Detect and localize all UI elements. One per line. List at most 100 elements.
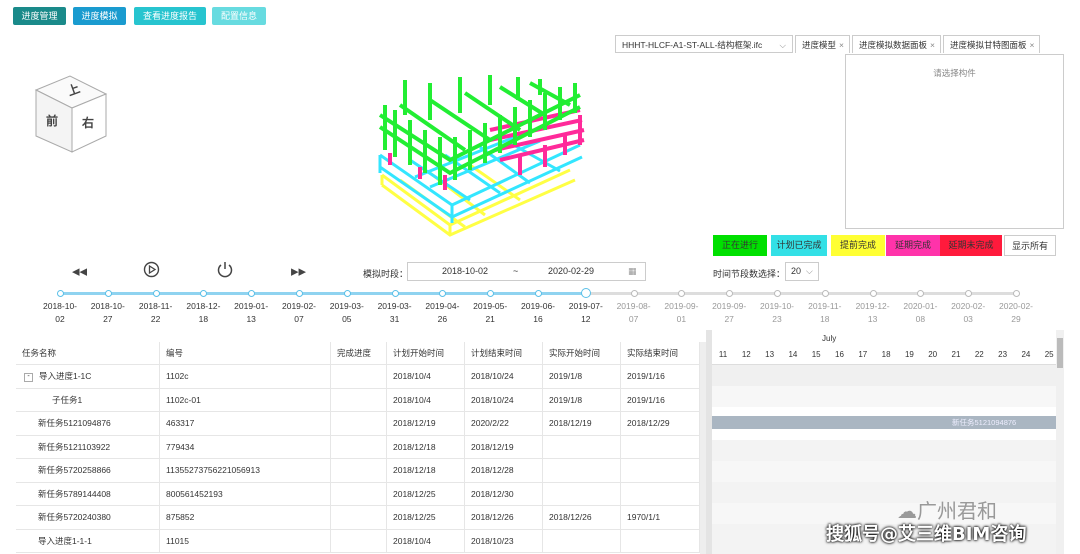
timeline-node[interactable] — [678, 290, 686, 297]
timeline-tick-label[interactable]: 2020-02- 29 — [996, 300, 1036, 326]
timeline-tick-label[interactable]: 2019-07- 12 — [566, 300, 606, 326]
table-cell — [620, 482, 700, 506]
view-cube[interactable]: 上 前 右 — [30, 72, 115, 157]
timeline-node[interactable] — [869, 290, 877, 297]
timeline-tick-label[interactable]: 2018-11- 22 — [136, 300, 176, 326]
table-row[interactable]: 新任务5720240380 875852 2018/12/25 2018/12/26 2… — [16, 505, 700, 530]
gantt-bar[interactable]: 新任务5121094876 — [712, 416, 1056, 429]
table-row[interactable]: 新任务5121103922 779434 2018/12/18 2018/12/19 — [16, 435, 700, 459]
timeline-node[interactable] — [726, 290, 734, 297]
legend-early-completed[interactable]: 提前完成 — [831, 235, 885, 256]
legend-show-all[interactable]: 显示所有 — [1004, 235, 1056, 256]
timeline-tick-label[interactable]: 2019-12- 13 — [853, 300, 893, 326]
close-icon[interactable]: × — [839, 40, 844, 50]
timeline-tick-label[interactable]: 2019-10- 23 — [757, 300, 797, 326]
config-info-button[interactable]: 配置信息 — [212, 7, 266, 25]
column-header[interactable]: 实际开始时间 — [542, 342, 621, 365]
sim-start-date[interactable]: 2018-10-02 — [442, 263, 488, 280]
table-cell: 2018/10/4 — [386, 388, 465, 412]
timeline-handle[interactable] — [580, 288, 591, 298]
timeline-tick-label[interactable]: 2019-01- 13 — [231, 300, 271, 326]
collapse-icon[interactable]: - — [24, 372, 33, 382]
table-row[interactable]: 新任务5121094876 463317 2018/12/19 2020/2/22 20… — [16, 411, 700, 436]
table-row[interactable]: 导入进度1-1-1 11015 2018/10/4 2018/10/23 — [16, 529, 700, 553]
timeline-node[interactable] — [630, 290, 638, 297]
timeline-tick-label[interactable]: 2019-09- 01 — [661, 300, 701, 326]
column-header[interactable]: 完成进度 — [330, 342, 387, 365]
timeline-tick-label[interactable]: 2018-10- 02 — [40, 300, 80, 326]
timeline-node[interactable] — [248, 290, 256, 297]
progress-simulation-button[interactable]: 进度模拟 — [73, 7, 126, 25]
power-icon[interactable] — [216, 260, 234, 278]
table-cell: 2018/12/18 — [386, 435, 465, 459]
timeline-node[interactable] — [391, 290, 399, 297]
sim-end-date[interactable]: 2020-02-29 — [548, 263, 594, 280]
timeline-tick-label[interactable]: 2018-12- 18 — [183, 300, 223, 326]
bim-3d-model-viewport[interactable] — [370, 75, 610, 240]
timeline-node[interactable] — [200, 290, 208, 297]
column-header[interactable]: 编号 — [159, 342, 331, 365]
timeline-node[interactable] — [917, 290, 925, 297]
timeline-tick-label[interactable]: 2020-01- 08 — [900, 300, 940, 326]
timeline-tick-label[interactable]: 2019-08- 07 — [614, 300, 654, 326]
timeline-node[interactable] — [296, 290, 303, 297]
tab-label: 进度模拟数据面板 — [859, 40, 928, 50]
legend-in-progress[interactable]: 正在进行 — [713, 235, 767, 256]
timeline-tick-label[interactable]: 2018-10- 27 — [88, 300, 128, 326]
model-file-select[interactable]: HHHT-HLCF-A1-ST-ALL-结构框架.ifc ⌵ — [615, 35, 793, 53]
table-cell: 2018/12/26 — [542, 505, 621, 530]
timeline-tick-label[interactable]: 2019-05- 21 — [470, 300, 510, 326]
timeline-tick-label[interactable]: 2020-02- 03 — [948, 300, 988, 326]
timeline-tick-label[interactable]: 2019-06- 16 — [518, 300, 558, 326]
table-row[interactable]: 子任务1 1102c-01 2018/10/4 2018/10/24 2019/1/8 2… — [16, 388, 700, 412]
sim-date-range[interactable]: 2018-10-02 ~ 2020-02-29 ▦ — [407, 262, 646, 281]
timeline-node[interactable] — [104, 290, 112, 297]
progress-management-button[interactable]: 进度管理 — [13, 7, 66, 25]
legend-delayed-completed[interactable]: 延期完成 — [886, 235, 940, 256]
calendar-icon[interactable]: ▦ — [628, 263, 637, 280]
table-row[interactable]: - 导入进度1-1C 1102c 2018/10/4 2018/10/24 2019/1/… — [16, 364, 700, 389]
legend-delayed-uncompleted[interactable]: 延期未完成 — [940, 235, 1002, 256]
timeline-tick-label[interactable]: 2019-03- 05 — [327, 300, 367, 326]
timeline-node[interactable] — [821, 290, 829, 297]
table-cell — [330, 505, 387, 530]
timeline-node[interactable] — [1013, 290, 1020, 297]
timeline-node[interactable] — [965, 290, 973, 297]
timeline-tick-label[interactable]: 2019-02- 07 — [279, 300, 319, 326]
timeline-tick-label[interactable]: 2019-04- 26 — [422, 300, 462, 326]
table-cell: 800561452193 — [159, 482, 331, 506]
table-cell: 11355273756221056913 — [159, 458, 331, 483]
timeline-node[interactable] — [152, 290, 160, 297]
timeline-tick-label[interactable]: 2019-03- 31 — [375, 300, 415, 326]
gantt-scrollbar[interactable] — [1056, 330, 1064, 554]
rewind-icon[interactable]: ◂◂ — [72, 262, 87, 280]
fast-forward-icon[interactable]: ▸▸ — [291, 262, 306, 280]
close-icon[interactable]: × — [930, 40, 935, 50]
legend-plan-completed[interactable]: 计划已完成 — [771, 235, 827, 256]
tab-data-panel[interactable]: 进度模拟数据面板 × — [852, 35, 941, 53]
column-header[interactable]: 计划结束时间 — [464, 342, 543, 365]
tab-gantt-panel[interactable]: 进度模拟甘特图面板 × — [943, 35, 1040, 53]
column-header[interactable]: 计划开始时间 — [386, 342, 465, 365]
column-header[interactable]: 任务名称 — [16, 342, 160, 365]
table-row[interactable]: 新任务5720258866 11355273756221056913 2018/12… — [16, 458, 700, 483]
watermark-line2: 搜狐号@艾三维BIM咨询 — [826, 524, 1027, 545]
table-cell — [330, 458, 387, 483]
close-icon[interactable]: × — [1030, 40, 1035, 50]
timeline-node[interactable] — [57, 290, 64, 297]
column-header[interactable]: 实际结束时间 — [620, 342, 700, 365]
table-cell: 2019/1/8 — [542, 388, 621, 412]
timeline-node[interactable] — [535, 290, 542, 297]
timeline-node[interactable] — [439, 290, 447, 297]
timeline-tick-label[interactable]: 2019-11- 18 — [805, 300, 845, 326]
timeline-tick-label[interactable]: 2019-09- 27 — [709, 300, 749, 326]
view-report-button[interactable]: 查看进度报告 — [134, 7, 206, 25]
play-icon[interactable] — [143, 261, 160, 278]
table-row[interactable]: 新任务5789144408 800561452193 2018/12/25 2018/… — [16, 482, 700, 506]
gantt-left-scrollbar[interactable] — [706, 330, 712, 554]
segment-count-select[interactable]: 20 ⌵ — [785, 262, 819, 281]
timeline-node[interactable] — [343, 290, 351, 297]
timeline-node[interactable] — [487, 290, 495, 297]
tab-progress-model[interactable]: 进度模型 × — [795, 35, 850, 53]
timeline-node[interactable] — [774, 290, 781, 297]
